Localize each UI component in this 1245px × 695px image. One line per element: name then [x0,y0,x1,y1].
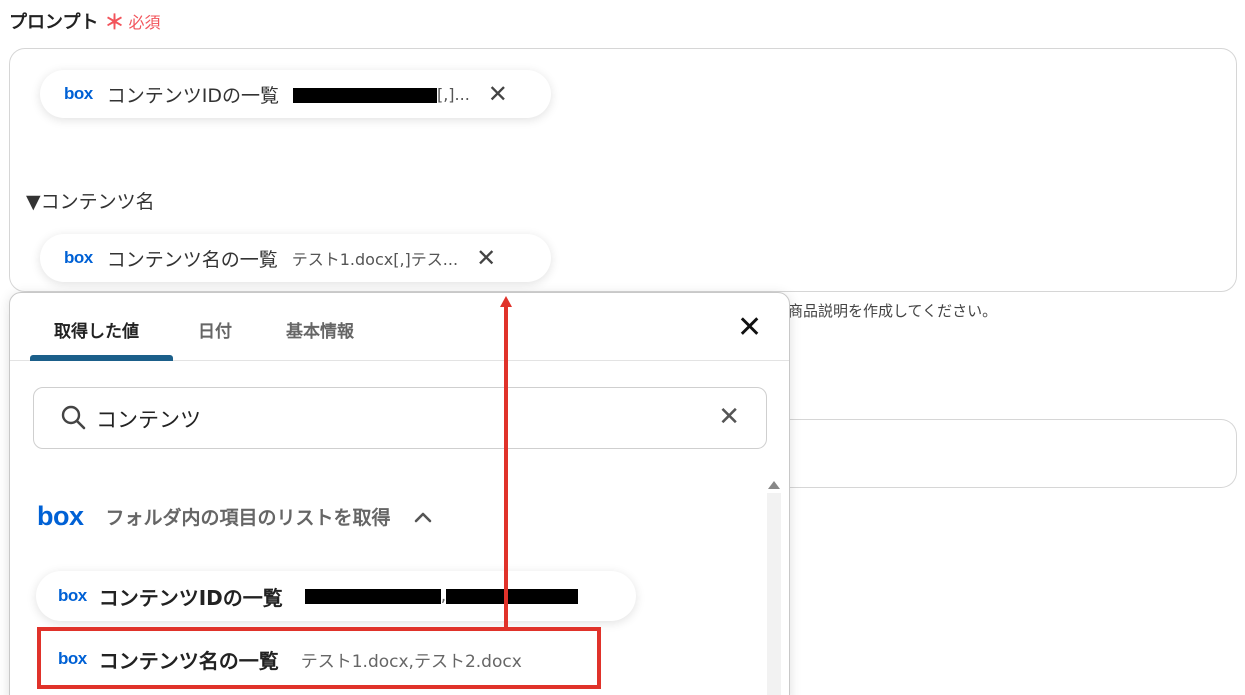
pill-label: コンテンツ名の一覧 [106,248,278,271]
prompt-section-label: ▼コンテンツ名 [26,191,155,213]
picker-tabs: 取得した値 日付 基本情報 ✕ [10,293,789,361]
list-item-content-ids[interactable]: box コンテンツIDの一覧 , [36,571,636,621]
required-indicator: ＊ 必須 [104,6,160,35]
chevron-up-icon[interactable] [413,510,433,524]
variable-pill-content-names[interactable]: box コンテンツ名の一覧 テスト1.docx[,]テス... ✕ [40,234,551,282]
box-logo-icon: box [64,248,93,267]
tab-basic-info[interactable]: 基本情報 [286,317,354,342]
scrollbar[interactable] [767,493,781,695]
required-asterisk: ＊ [104,10,125,34]
required-label: 必須 [128,12,161,32]
clear-search-icon[interactable]: ✕ [718,404,740,430]
group-title: フォルダ内の項目のリストを取得 [105,507,391,529]
search-query: コンテンツ [96,408,201,432]
helper-text: 商品説明を作成してください。 [788,302,998,320]
item-value: , [304,586,579,606]
prompt-editor[interactable]: box コンテンツIDの一覧 [,]... ✕ box コンテンツ名の一覧 テス… [9,48,1237,292]
remove-pill-icon[interactable]: ✕ [476,246,496,270]
field-title: プロンプト ＊ 必須 [9,6,160,35]
tab-date[interactable]: 日付 [198,317,232,342]
remove-pill-icon[interactable]: ✕ [488,82,508,106]
close-icon[interactable]: ✕ [737,313,762,343]
pill-label: コンテンツIDの一覧 [106,84,279,107]
active-tab-indicator [30,355,173,361]
box-logo-icon: box [37,501,84,531]
text-field[interactable] [778,419,1237,488]
pill-value: テスト1.docx[,]テス... [291,250,459,269]
scroll-up-arrow-icon[interactable] [768,481,780,489]
annotation-arrow-head [500,296,512,307]
annotation-arrow [504,305,508,628]
field-title-text: プロンプト [9,11,99,33]
search-input[interactable]: コンテンツ ✕ [33,387,767,449]
group-header-folder-items[interactable]: box フォルダ内の項目のリストを取得 [37,501,433,532]
search-icon [61,405,86,430]
item-label: コンテンツIDの一覧 [98,585,283,610]
highlight-box [37,627,601,689]
variable-pill-content-ids[interactable]: box コンテンツIDの一覧 [,]... ✕ [40,70,551,118]
box-logo-icon: box [64,84,93,103]
redaction-bar [446,588,579,604]
redaction-bar [292,87,437,103]
tab-acquired-values[interactable]: 取得した値 [54,317,139,342]
box-logo-icon: box [58,586,87,605]
redaction-bar [304,588,441,604]
pill-value: [,]... [292,85,470,104]
